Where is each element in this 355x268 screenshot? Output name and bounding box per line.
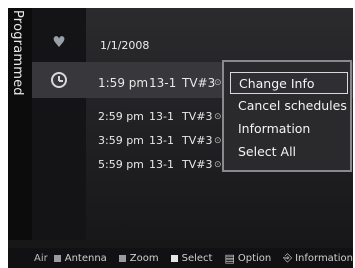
option-button-label: Option (237, 252, 272, 264)
schedule-program: TV#3 (182, 134, 213, 147)
programmed-tab[interactable]: Programmed (8, 8, 32, 240)
menu-item-change-info[interactable]: Change Info (230, 72, 348, 94)
schedule-date: 1/1/2008 (100, 39, 150, 52)
select-button[interactable]: Select (170, 252, 213, 264)
schedule-manager-screen: Programmed ♥ 1/1/2008 1:59 pm 13-1 TV#3 … (8, 8, 353, 268)
footer-guide-bar: Air Antenna Zoom Select ▤ Option ⎆ Infor… (8, 248, 353, 268)
timer-category[interactable] (32, 62, 86, 98)
menu-item-select-all[interactable]: Select All (230, 141, 348, 163)
options-popup-menu: Change Info Cancel schedules Information… (222, 60, 352, 172)
category-icon-column: ♥ (32, 8, 86, 240)
antenna-button[interactable]: Antenna (53, 252, 107, 264)
schedule-time: 3:59 pm (98, 134, 144, 147)
source-label: Air (34, 252, 48, 264)
record-icon: ⊙ (214, 111, 222, 122)
information-button-label: Information (295, 252, 353, 264)
clock-icon (51, 72, 67, 88)
schedule-channel: 13-1 (149, 76, 177, 90)
option-button[interactable]: ▤ Option (224, 252, 271, 265)
schedule-time: 1:59 pm (98, 76, 149, 90)
schedule-row[interactable]: 1:59 pm 13-1 TV#3 ⊙ (98, 76, 222, 90)
schedule-program: TV#3 (182, 158, 213, 171)
schedule-channel: 13-1 (149, 158, 174, 171)
schedule-row[interactable]: 5:59 pm 13-1 TV#3 ⊙ (98, 158, 222, 171)
record-icon: ⊙ (214, 78, 222, 88)
programmed-tab-label: Programmed (10, 10, 25, 96)
information-button[interactable]: ⎆ Information (283, 251, 353, 265)
schedule-program: TV#3 (182, 110, 213, 123)
zoom-button[interactable]: Zoom (118, 252, 159, 264)
select-button-color-icon (170, 254, 178, 262)
schedule-row[interactable]: 3:59 pm 13-1 TV#3 ⊙ (98, 134, 222, 147)
antenna-button-label: Antenna (64, 252, 107, 264)
menu-item-cancel-schedules[interactable]: Cancel schedules (230, 95, 348, 117)
menu-item-information[interactable]: Information (230, 118, 348, 140)
schedule-channel: 13-1 (149, 110, 174, 123)
select-button-label: Select (181, 252, 213, 264)
schedule-program: TV#3 (182, 76, 216, 90)
schedule-time: 5:59 pm (98, 158, 144, 171)
schedule-channel: 13-1 (149, 134, 174, 147)
option-icon: ▤ (224, 251, 235, 265)
record-icon: ⊙ (214, 135, 222, 146)
schedule-row[interactable]: 2:59 pm 13-1 TV#3 ⊙ (98, 110, 222, 123)
zoom-button-label: Zoom (129, 252, 159, 264)
zoom-button-color-icon (118, 254, 126, 262)
info-icon: ⎆ (283, 251, 293, 264)
record-icon: ⊙ (214, 159, 222, 170)
antenna-button-color-icon (53, 254, 61, 262)
heart-icon[interactable]: ♥ (32, 30, 86, 54)
schedule-time: 2:59 pm (98, 110, 144, 123)
